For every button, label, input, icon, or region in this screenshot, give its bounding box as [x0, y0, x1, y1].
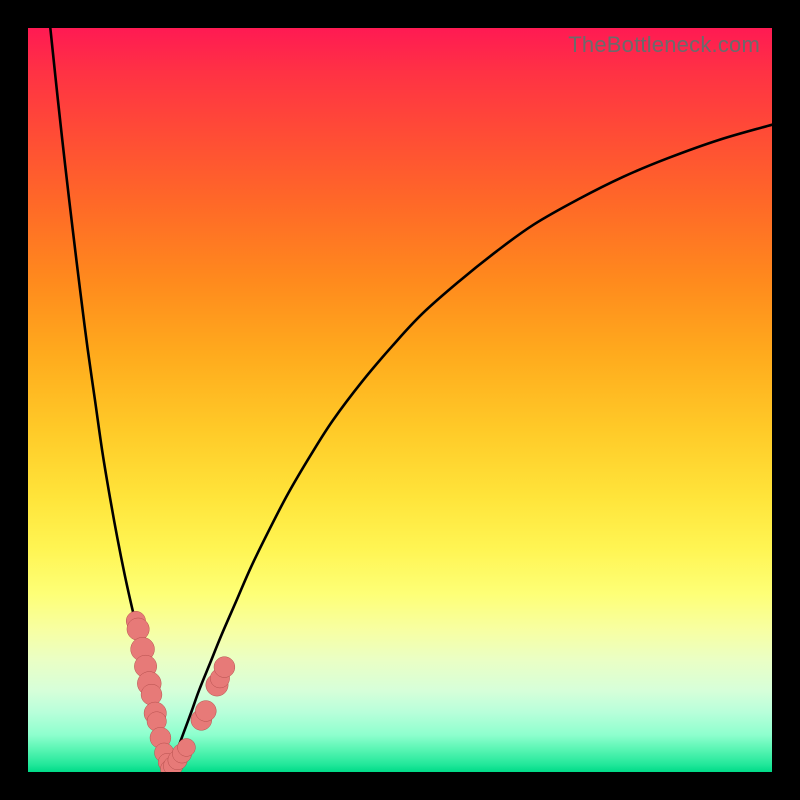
data-marker [178, 739, 196, 757]
data-marker [195, 701, 216, 722]
data-marker [127, 618, 149, 640]
curve-right-branch [169, 125, 772, 772]
chart-frame: TheBottleneck.com [0, 0, 800, 800]
curve-layer [28, 28, 772, 772]
data-marker [214, 657, 235, 678]
plot-area: TheBottleneck.com [28, 28, 772, 772]
data-marker [141, 684, 162, 705]
watermark-text: TheBottleneck.com [568, 32, 760, 58]
